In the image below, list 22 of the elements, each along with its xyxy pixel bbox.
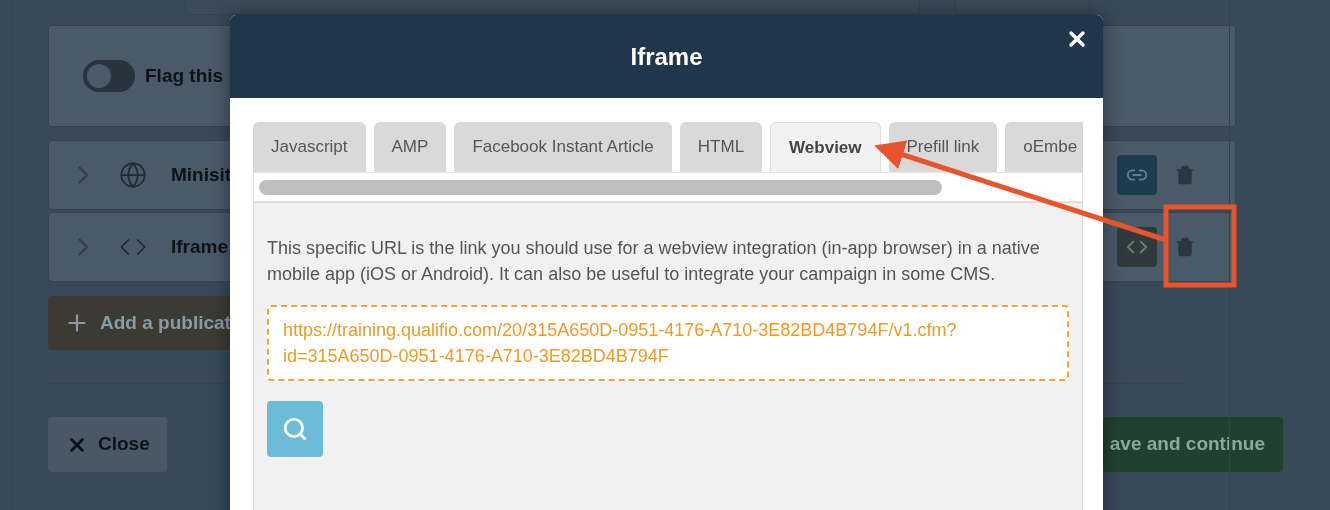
tab[interactable]: Webview <box>770 122 881 172</box>
tab[interactable]: oEmbe <box>1005 122 1083 172</box>
description-text: This specific URL is the link you should use for a webview integration (in-app browser) in a native mobile app (iOS or Android). It can also be useful to integrate your campaign in some CMS. <box>267 237 1041 286</box>
publication-title: Minisit <box>171 162 232 187</box>
link-button[interactable] <box>1117 155 1157 195</box>
tab[interactable]: Facebook Instant Article <box>454 122 672 172</box>
chevron-icon[interactable] <box>77 165 89 185</box>
toggle-switch[interactable] <box>83 60 135 92</box>
tab[interactable]: HTML <box>679 122 763 172</box>
scrollbar[interactable] <box>253 172 1083 202</box>
globe-icon <box>119 161 147 189</box>
tab[interactable]: Javascript <box>253 122 366 172</box>
save-button[interactable]: ave and continue <box>1103 417 1283 472</box>
modal-title: Iframe <box>630 41 703 72</box>
trash-icon[interactable] <box>1175 236 1195 258</box>
chevron-icon[interactable] <box>77 237 89 257</box>
publication-title: Iframe <box>171 234 229 259</box>
search-icon <box>282 416 308 442</box>
search-button[interactable] <box>267 401 323 457</box>
trash-icon[interactable] <box>1175 164 1195 186</box>
flag-label: Flag this <box>145 63 224 88</box>
tab[interactable]: AMP <box>373 122 447 172</box>
